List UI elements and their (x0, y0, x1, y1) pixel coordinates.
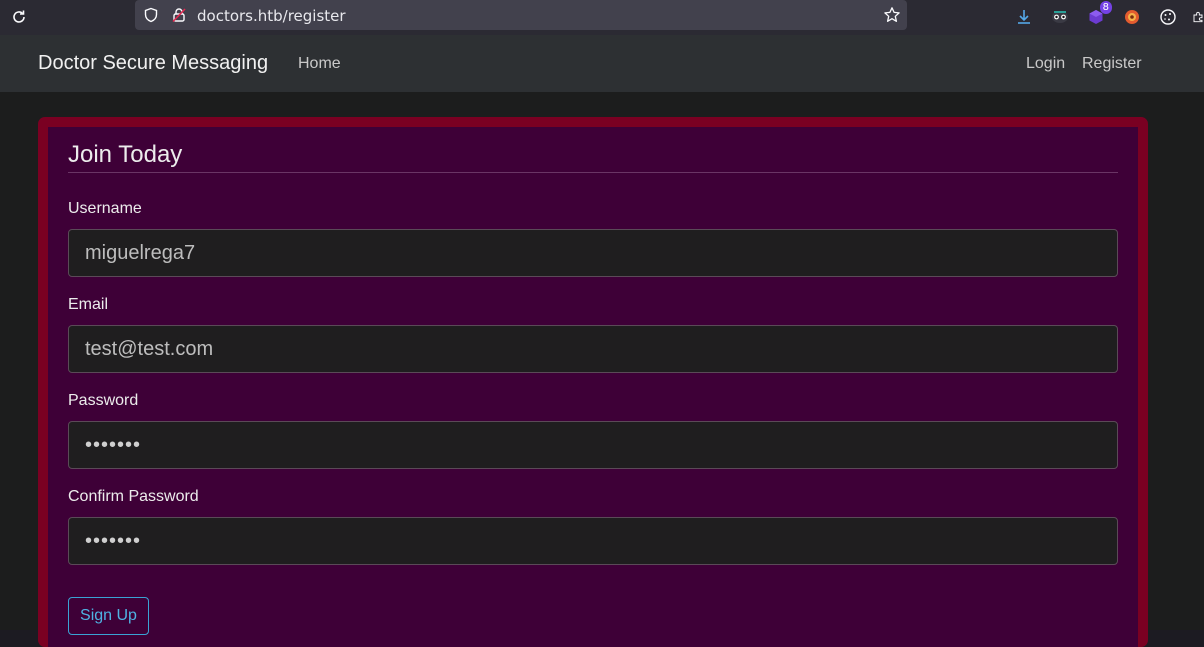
username-input[interactable]: miguelrega7 (68, 229, 1118, 277)
extension-mask-icon[interactable] (1048, 5, 1072, 29)
nav-login-link[interactable]: Login (1026, 55, 1065, 73)
email-value: test@test.com (85, 337, 214, 360)
nav-register-link[interactable]: Register (1082, 55, 1142, 73)
cookie-icon[interactable] (1156, 5, 1180, 29)
confirm-password-label: Confirm Password (68, 488, 199, 505)
password-input[interactable]: ••••••• (68, 421, 1118, 469)
site-navbar: Doctor Secure Messaging Home Login Regis… (0, 35, 1204, 92)
confirm-password-value: ••••••• (85, 529, 142, 552)
extensions-puzzle-icon[interactable] (1192, 5, 1204, 29)
username-label: Username (68, 200, 142, 217)
form-legend: Join Today (68, 141, 183, 168)
browser-toolbar: doctors.htb/register 8 (0, 0, 1204, 35)
downloads-icon[interactable] (1012, 5, 1036, 29)
email-input[interactable]: test@test.com (68, 325, 1118, 373)
insecure-lock-icon[interactable] (171, 7, 187, 28)
url-text[interactable]: doctors.htb/register (197, 7, 346, 25)
extension-fox-icon[interactable] (1120, 5, 1144, 29)
brand-link[interactable]: Doctor Secure Messaging (38, 52, 268, 75)
password-value: ••••••• (85, 433, 142, 456)
shield-icon[interactable] (143, 7, 159, 28)
extension-cube-icon[interactable]: 8 (1084, 1, 1112, 29)
sign-up-button[interactable]: Sign Up (68, 597, 149, 635)
register-card (48, 127, 1138, 647)
username-value: miguelrega7 (85, 241, 196, 264)
confirm-password-input[interactable]: ••••••• (68, 517, 1118, 565)
extension-badge: 8 (1099, 1, 1112, 14)
address-bar[interactable]: doctors.htb/register (135, 0, 907, 30)
email-label: Email (68, 296, 109, 313)
nav-home-link[interactable]: Home (298, 55, 341, 73)
reload-icon[interactable] (8, 6, 30, 28)
bookmark-star-icon[interactable] (883, 6, 901, 29)
legend-divider (68, 172, 1118, 173)
password-label: Password (68, 392, 139, 409)
